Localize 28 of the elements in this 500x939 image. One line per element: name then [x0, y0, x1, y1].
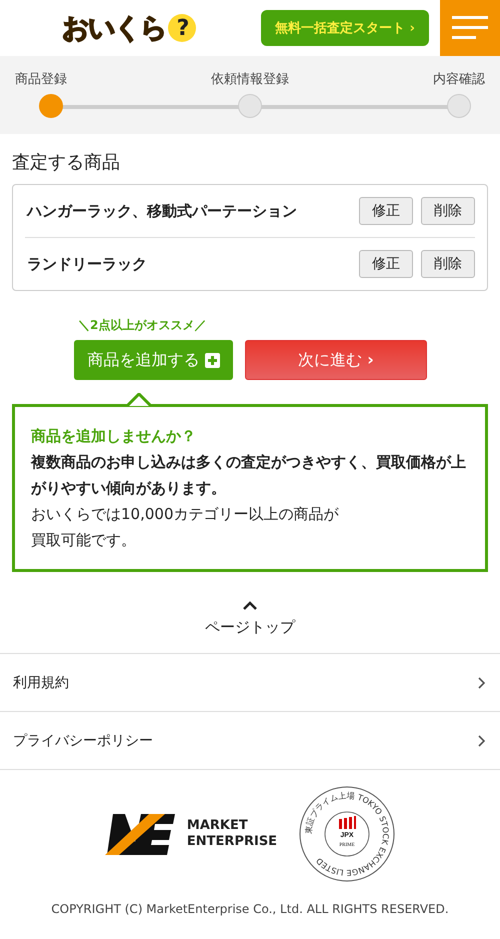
callout-text: 買取可能です。 [31, 530, 137, 551]
company-logo-icon [104, 812, 177, 856]
item-name: ハンガーラック、移動式パーテーション [25, 202, 298, 220]
company-name: MARKET [186, 818, 249, 834]
copyright-text: COPYRIGHT (C) MarketEnterprise Co., Ltd. ALL RIGHTS RESERVED. [50, 902, 450, 916]
step-label: 内容確認 [433, 71, 485, 88]
chevron-right-icon [478, 734, 486, 746]
edit-button[interactable]: 修正 [359, 197, 413, 225]
next-button[interactable]: 次に進む › [245, 340, 427, 380]
recommend-text: ＼2点以上がオススメ／ [78, 317, 208, 334]
callout-text: おいくらでは10,000カテゴリー以上の商品が [31, 504, 340, 525]
company-name: ENTERPRISE [186, 834, 278, 850]
footer-link[interactable]: 利用規約 [13, 674, 69, 692]
page-top-link[interactable]: ページトップ [205, 618, 295, 637]
delete-button[interactable]: 削除 [421, 197, 475, 225]
item-name: ランドリーラック [26, 254, 148, 274]
site-logo[interactable]: おいくら ? [62, 10, 196, 46]
plus-icon [204, 352, 220, 368]
delete-button[interactable]: 削除 [421, 250, 475, 278]
step-label: 商品登録 [15, 71, 67, 88]
footer-link[interactable]: プライバシーポリシー [13, 732, 153, 750]
callout-title: 商品を追加しませんか？ [31, 426, 197, 447]
step-label: 依頼情報登録 [211, 71, 289, 88]
chevron-up-icon[interactable] [242, 600, 258, 610]
chevron-right-icon [478, 676, 486, 688]
section-title: 査定する商品 [12, 151, 121, 174]
edit-button[interactable]: 修正 [359, 250, 413, 278]
callout-text: 複数商品のお申し込みは多くの査定がつきやすく、買取価格が上がりやすい傾向があります。 [31, 452, 467, 499]
